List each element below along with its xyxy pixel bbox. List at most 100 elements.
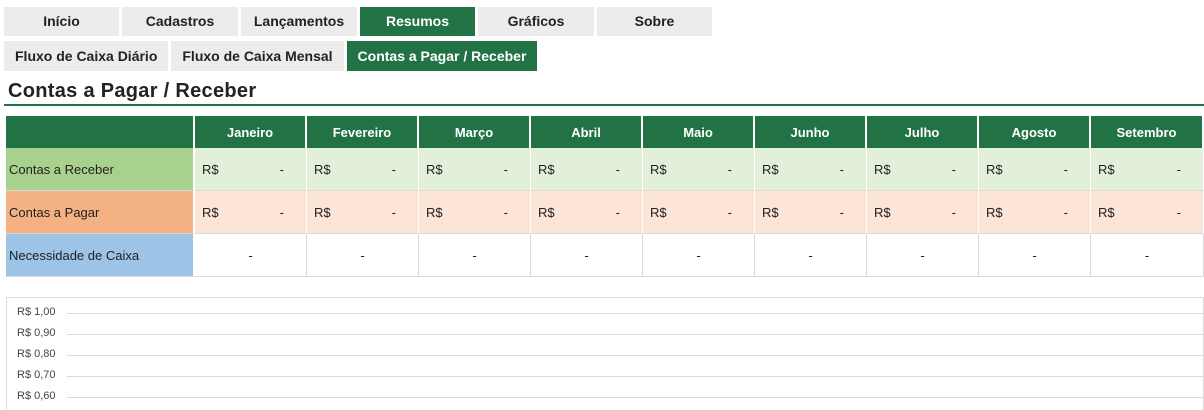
- gridline: [67, 355, 1203, 356]
- table-cell[interactable]: R$ -: [195, 191, 307, 234]
- cell-value: -: [727, 161, 732, 177]
- gridline: [67, 313, 1203, 314]
- main-tab-bar: Início Cadastros Lançamentos Resumos Grá…: [4, 7, 715, 36]
- row-contas-receber: Contas a Receber R$ - R$ - R$ - R$ - R$ - R$ -…: [6, 148, 1204, 191]
- currency-symbol: R$: [202, 204, 219, 220]
- cell-value: -: [503, 161, 508, 177]
- table-cell[interactable]: R$ -: [307, 148, 419, 191]
- table-cell[interactable]: -: [755, 234, 867, 277]
- table-cell[interactable]: R$ -: [867, 191, 979, 234]
- row-label: Contas a Receber: [6, 148, 195, 191]
- currency-symbol: R$: [1098, 161, 1115, 177]
- sub-tab-bar: Fluxo de Caixa Diário Fluxo de Caixa Men…: [4, 41, 540, 71]
- header-month: Agosto: [979, 116, 1091, 148]
- table-header-row: Janeiro Fevereiro Março Abril Maio Junho…: [6, 116, 1204, 148]
- table-cell[interactable]: R$ -: [979, 148, 1091, 191]
- chart-area[interactable]: R$ 1,00 R$ 0,90 R$ 0,80 R$ 0,70 R$ 0,60: [6, 297, 1204, 410]
- y-tick-label: R$ 1,00: [17, 306, 56, 318]
- tab-cadastros[interactable]: Cadastros: [122, 7, 238, 36]
- cell-value: -: [279, 204, 284, 220]
- header-month: Janeiro: [195, 116, 307, 148]
- cell-value: -: [1063, 161, 1068, 177]
- currency-symbol: R$: [1098, 204, 1115, 220]
- currency-symbol: R$: [314, 204, 331, 220]
- header-month: Setembro: [1091, 116, 1204, 148]
- subtab-contas-pagar-receber[interactable]: Contas a Pagar / Receber: [346, 41, 538, 71]
- header-month: Março: [419, 116, 531, 148]
- currency-symbol: R$: [874, 204, 891, 220]
- currency-symbol: R$: [762, 204, 779, 220]
- table-cell[interactable]: -: [419, 234, 531, 277]
- tab-lancamentos[interactable]: Lançamentos: [241, 7, 357, 36]
- table-cell[interactable]: -: [1091, 234, 1204, 277]
- table-cell[interactable]: -: [979, 234, 1091, 277]
- table-cell[interactable]: R$ -: [643, 191, 755, 234]
- cell-value: -: [1176, 161, 1181, 177]
- row-label: Contas a Pagar: [6, 191, 195, 234]
- currency-symbol: R$: [650, 204, 667, 220]
- table-cell[interactable]: -: [195, 234, 307, 277]
- table-cell[interactable]: -: [307, 234, 419, 277]
- header-month: Abril: [531, 116, 643, 148]
- header-corner: [6, 116, 195, 148]
- table-cell[interactable]: R$ -: [419, 148, 531, 191]
- tab-resumos[interactable]: Resumos: [360, 7, 475, 36]
- table-cell[interactable]: R$ -: [979, 191, 1091, 234]
- page-title: Contas a Pagar / Receber: [8, 80, 257, 102]
- subtab-fluxo-mensal[interactable]: Fluxo de Caixa Mensal: [171, 41, 344, 71]
- currency-symbol: R$: [314, 161, 331, 177]
- cell-value: -: [839, 161, 844, 177]
- y-tick-label: R$ 0,70: [17, 369, 56, 381]
- cell-value: -: [1176, 204, 1181, 220]
- cell-value: -: [391, 161, 396, 177]
- currency-symbol: R$: [986, 161, 1003, 177]
- table-cell[interactable]: R$ -: [419, 191, 531, 234]
- cell-value: -: [391, 204, 396, 220]
- table-cell[interactable]: R$ -: [195, 148, 307, 191]
- cell-value: -: [727, 204, 732, 220]
- row-contas-pagar: Contas a Pagar R$ - R$ - R$ - R$ - R$ - R$ - R…: [6, 191, 1204, 234]
- table-cell[interactable]: R$ -: [531, 148, 643, 191]
- tab-inicio[interactable]: Início: [4, 7, 119, 36]
- y-tick-label: R$ 0,80: [17, 348, 56, 360]
- currency-symbol: R$: [538, 161, 555, 177]
- table-cell[interactable]: R$ -: [867, 148, 979, 191]
- currency-symbol: R$: [426, 161, 443, 177]
- table-cell[interactable]: R$ -: [643, 148, 755, 191]
- gridline: [67, 376, 1203, 377]
- table-cell[interactable]: -: [643, 234, 755, 277]
- currency-symbol: R$: [538, 204, 555, 220]
- title-divider: [4, 104, 1204, 106]
- currency-symbol: R$: [874, 161, 891, 177]
- subtab-fluxo-diario[interactable]: Fluxo de Caixa Diário: [4, 41, 169, 71]
- cell-value: -: [615, 161, 620, 177]
- currency-symbol: R$: [986, 204, 1003, 220]
- row-necessidade-caixa: Necessidade de Caixa - - - - - - - - -: [6, 234, 1204, 277]
- table-cell[interactable]: R$ -: [755, 191, 867, 234]
- table-cell[interactable]: R$ -: [531, 191, 643, 234]
- tab-sobre[interactable]: Sobre: [597, 7, 712, 36]
- cell-value: -: [839, 204, 844, 220]
- header-month: Maio: [643, 116, 755, 148]
- summary-table: Janeiro Fevereiro Março Abril Maio Junho…: [6, 116, 1204, 277]
- y-tick-label: R$ 0,60: [17, 390, 56, 402]
- tab-graficos[interactable]: Gráficos: [478, 7, 594, 36]
- header-month: Fevereiro: [307, 116, 419, 148]
- gridline: [67, 397, 1203, 398]
- header-month: Junho: [755, 116, 867, 148]
- currency-symbol: R$: [762, 161, 779, 177]
- header-month: Julho: [867, 116, 979, 148]
- cell-value: -: [1063, 204, 1068, 220]
- table-cell[interactable]: R$ -: [755, 148, 867, 191]
- table-cell[interactable]: -: [867, 234, 979, 277]
- cell-value: -: [951, 161, 956, 177]
- cell-value: -: [503, 204, 508, 220]
- table-cell[interactable]: R$ -: [307, 191, 419, 234]
- cell-value: -: [951, 204, 956, 220]
- gridline: [67, 334, 1203, 335]
- table-cell[interactable]: -: [531, 234, 643, 277]
- currency-symbol: R$: [202, 161, 219, 177]
- y-tick-label: R$ 0,90: [17, 327, 56, 339]
- table-cell[interactable]: R$ -: [1091, 148, 1204, 191]
- table-cell[interactable]: R$ -: [1091, 191, 1204, 234]
